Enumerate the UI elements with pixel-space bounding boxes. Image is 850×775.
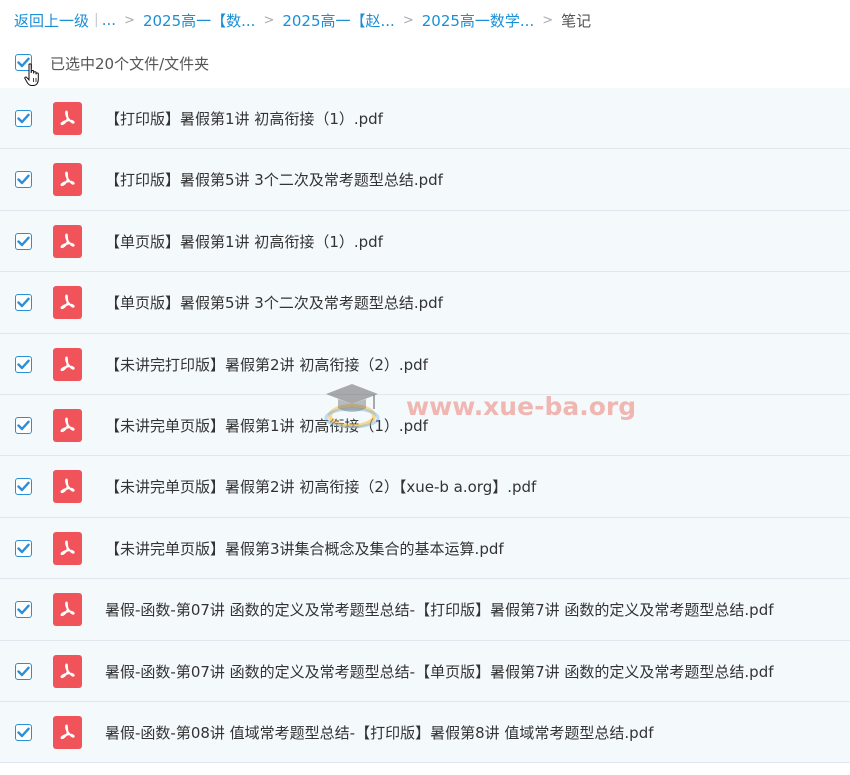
file-name[interactable]: 暑假-函数-第07讲 函数的定义及常考题型总结-【打印版】暑假第7讲 函数的定义… (105, 599, 774, 620)
file-name[interactable]: 【未讲完单页版】暑假第2讲 初高衔接（2）【xue-b a.org】.pdf (105, 476, 536, 497)
back-link[interactable]: 返回上一级 (14, 10, 89, 31)
breadcrumb-separator: > (402, 12, 414, 28)
file-row[interactable]: 【未讲完单页版】暑假第1讲 初高衔接（1）.pdf (0, 394, 850, 457)
file-list: 【打印版】暑假第1讲 初高衔接（1）.pdf 【打印版】暑假第5讲 3个二次及常考… (0, 88, 850, 764)
file-name[interactable]: 【未讲完单页版】暑假第3讲集合概念及集合的基本运算.pdf (105, 538, 504, 559)
file-row[interactable]: 暑假-函数-第07讲 函数的定义及常考题型总结-【单页版】暑假第7讲 函数的定义… (0, 640, 850, 702)
breadcrumb-separator: > (263, 12, 275, 28)
checkmark-icon (17, 174, 30, 185)
checkmark-icon (17, 297, 30, 308)
file-name[interactable]: 【未讲完单页版】暑假第1讲 初高衔接（1）.pdf (105, 415, 428, 436)
checkmark-icon (17, 604, 30, 615)
pdf-icon (53, 408, 82, 442)
file-name[interactable]: 【打印版】暑假第5讲 3个二次及常考题型总结.pdf (105, 169, 443, 190)
file-checkbox[interactable] (15, 416, 32, 434)
file-row[interactable]: 【打印版】暑假第5讲 3个二次及常考题型总结.pdf (0, 149, 850, 211)
pdf-icon (53, 224, 82, 258)
checkmark-icon (17, 666, 30, 676)
checkmark-icon (17, 113, 30, 124)
selection-count: 已选中20个文件/文件夹 (50, 55, 210, 73)
breadcrumb: 返回上一级 | ... > 2025高一【数... > 2025高一【赵... … (14, 9, 591, 31)
breadcrumb-separator: > (542, 12, 554, 28)
file-checkbox[interactable] (15, 171, 32, 189)
breadcrumb-item[interactable]: 2025高一【数... (143, 10, 255, 31)
file-checkbox[interactable] (15, 601, 32, 619)
file-checkbox[interactable] (15, 662, 32, 680)
breadcrumb-separator: > (124, 12, 135, 28)
breadcrumb-divider: | (94, 12, 99, 28)
breadcrumb-current: 笔记 (561, 11, 592, 30)
file-row[interactable]: 暑假-函数-第07讲 函数的定义及常考题型总结-【打印版】暑假第7讲 函数的定义… (0, 579, 850, 641)
pdf-icon (53, 163, 82, 197)
file-name[interactable]: 【打印版】暑假第1讲 初高衔接（1）.pdf (105, 108, 383, 129)
checkmark-icon (17, 359, 30, 369)
pdf-icon (53, 593, 82, 627)
file-browser: 返回上一级 | ... > 2025高一【数... > 2025高一【赵... … (0, 0, 850, 775)
file-row[interactable]: 【未讲完单页版】暑假第2讲 初高衔接（2）【xue-b a.org】.pdf (0, 456, 850, 518)
pdf-icon (53, 102, 82, 135)
file-checkbox[interactable] (15, 232, 32, 250)
pdf-icon (53, 531, 82, 565)
file-checkbox[interactable] (15, 355, 32, 373)
file-name[interactable]: 暑假-函数-第07讲 函数的定义及常考题型总结-【单页版】暑假第7讲 函数的定义… (105, 661, 774, 682)
file-row[interactable]: 【单页版】暑假第1讲 初高衔接（1）.pdf (0, 210, 850, 273)
file-row[interactable]: 暑假-函数-第08讲 值域常考题型总结-【打印版】暑假第8讲 值域常考题型总结.… (0, 701, 850, 764)
breadcrumb-item[interactable]: 2025高一数学... (422, 10, 534, 31)
breadcrumb-more[interactable]: ... (102, 11, 116, 29)
file-row[interactable]: 【未讲完单页版】暑假第3讲集合概念及集合的基本运算.pdf (0, 517, 850, 580)
pdf-icon (53, 654, 82, 688)
file-name[interactable]: 【未讲完打印版】暑假第2讲 初高衔接（2）.pdf (105, 354, 428, 375)
file-checkbox[interactable] (15, 110, 32, 127)
checkmark-icon (17, 727, 30, 738)
file-checkbox[interactable] (15, 294, 32, 312)
selection-bar: 已选中20个文件/文件夹 (0, 46, 850, 86)
breadcrumb-item[interactable]: 2025高一【赵... (282, 10, 394, 31)
file-row[interactable]: 【未讲完打印版】暑假第2讲 初高衔接（2）.pdf (0, 333, 850, 395)
pdf-icon (53, 347, 82, 381)
file-name[interactable]: 【单页版】暑假第5讲 3个二次及常考题型总结.pdf (105, 292, 443, 313)
checkmark-icon (17, 481, 30, 492)
file-checkbox[interactable] (15, 478, 32, 496)
pdf-icon (53, 715, 82, 749)
file-name[interactable]: 暑假-函数-第08讲 值域常考题型总结-【打印版】暑假第8讲 值域常考题型总结.… (105, 722, 654, 743)
checkmark-icon (17, 543, 30, 553)
checkmark-icon (17, 420, 30, 431)
pdf-icon (53, 286, 82, 320)
file-row[interactable]: 【单页版】暑假第5讲 3个二次及常考题型总结.pdf (0, 272, 850, 334)
file-checkbox[interactable] (15, 723, 32, 741)
file-checkbox[interactable] (15, 539, 32, 557)
checkmark-icon (17, 236, 30, 246)
file-row[interactable]: 【打印版】暑假第1讲 初高衔接（1）.pdf (0, 88, 850, 150)
hand-cursor-icon (24, 63, 39, 86)
pdf-icon (53, 470, 82, 504)
file-name[interactable]: 【单页版】暑假第1讲 初高衔接（1）.pdf (105, 231, 383, 252)
